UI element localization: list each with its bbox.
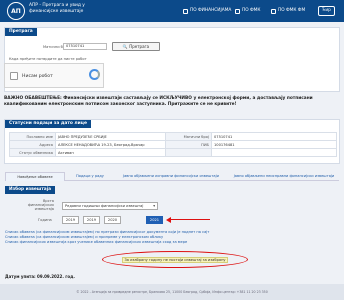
apr-logo[interactable]: АП	[7, 2, 25, 20]
status-key: Адреса	[9, 140, 56, 149]
chevron-down-icon: ▾	[153, 204, 155, 208]
year-button-selected[interactable]: 2021	[146, 216, 163, 224]
status-key	[165, 148, 212, 157]
header-bar: АП АПР - Претрага и увид у финансијске и…	[0, 0, 344, 22]
annotation-arrowhead	[166, 216, 171, 223]
nav-finances[interactable]: ПО ФИНАНСИЈАМА	[180, 6, 234, 16]
status-key: Статус обвезника	[9, 148, 56, 157]
info-link[interactable]: Списак обавеза (са финансијским извештај…	[5, 230, 339, 235]
tab-correct-reports[interactable]: Јавно објављени исправни финансијски изв…	[115, 172, 227, 181]
report-tabs: Навођење обавезе Подаци у раду Јавно обј…	[5, 172, 339, 181]
report-type-select[interactable]: Редовни годишњи финансијски извештај ▾	[62, 202, 158, 210]
recaptcha-checkbox[interactable]	[10, 72, 18, 80]
status-panel: Статусни подаци за дато лице Пословно им…	[4, 119, 340, 164]
status-key: Матични број	[165, 132, 212, 141]
year-button[interactable]: 2019	[83, 216, 100, 224]
annotation-ellipse	[102, 251, 248, 268]
status-value: 100176481	[211, 140, 337, 149]
info-link[interactable]: Списак финансијских извештаја кроз учени…	[5, 240, 339, 245]
language-switch[interactable]: Ћир	[318, 6, 335, 16]
document-icon	[235, 8, 240, 14]
status-value: АЛЕКСЕ НЕНАДОВИЋА 19-23, Београд-Врачар	[55, 140, 166, 149]
recaptcha-widget: Нисам робот	[4, 63, 104, 88]
annotation-arrow	[170, 219, 210, 221]
status-value: 07510741	[211, 132, 337, 141]
year-button[interactable]: 2019	[62, 216, 79, 224]
tab-obligation[interactable]: Навођење обавезе	[5, 172, 65, 181]
captcha-prompt: Када пређите потврдите да нисте робот	[9, 57, 87, 61]
info-link[interactable]: Списак обавеза (са финансијским извештај…	[5, 235, 339, 240]
status-panel-title: Статусни подаци за дато лице	[5, 120, 91, 128]
query-date: Датум упита: 09.09.2022. год.	[5, 274, 75, 279]
year-button[interactable]: 2020	[104, 216, 121, 224]
report-icon	[271, 8, 276, 14]
report-choice-title: Избор извештаја	[5, 186, 56, 194]
search-button[interactable]: 🔍 Претрага	[112, 42, 160, 51]
recaptcha-logo-icon	[89, 69, 100, 80]
status-value: ЈАВНО ПРЕДУЗЕЋЕ СРБИЈЕ	[55, 132, 166, 141]
report-type-label: Врста финансијских извештаја	[27, 199, 54, 211]
tab-in-progress[interactable]: Подаци у раду	[67, 172, 113, 181]
nav-fmk-fm[interactable]: ПО ФМК ФМ	[268, 6, 308, 16]
tab-incorrect-reports[interactable]: Јавно објављени неисправни финансијски и…	[229, 172, 339, 181]
table-row: Адреса АЛЕКСЕ НЕНАДОВИЋА 19-23, Београд-…	[9, 140, 337, 149]
mb-input[interactable]: 07510741	[63, 43, 107, 50]
status-value	[211, 148, 337, 157]
table-row: Статус обвезника Активан	[9, 148, 337, 157]
table-row: Пословно име ЈАВНО ПРЕДУЗЕЋЕ СРБИЈЕ Мати…	[9, 132, 337, 141]
brand-title: АПР - Претрага и увид у финансијске изве…	[29, 3, 85, 14]
status-key: Пословно име	[9, 132, 56, 141]
search-panel-title: Претрага	[5, 28, 37, 36]
important-notice: ВАЖНО ОБАВЕШТЕЊЕ: Финансијски извештаји …	[4, 96, 313, 107]
footer: © 2022 - Агенција за привредне регистре,…	[0, 284, 344, 300]
brand-line-2: финансијске извештаје	[29, 8, 84, 14]
home-icon	[183, 8, 188, 14]
year-label: Година	[38, 218, 52, 222]
brand-line-1: АПР - Претрага и увид у	[29, 3, 85, 8]
status-value: Активан	[55, 148, 166, 157]
status-key: ПИБ	[165, 140, 212, 149]
status-table: Пословно име ЈАВНО ПРЕДУЗЕЋЕ СРБИЈЕ Мати…	[9, 132, 337, 157]
nav-fmk[interactable]: ПО ФМК	[232, 6, 263, 16]
recaptcha-label: Нисам робот	[22, 74, 53, 79]
